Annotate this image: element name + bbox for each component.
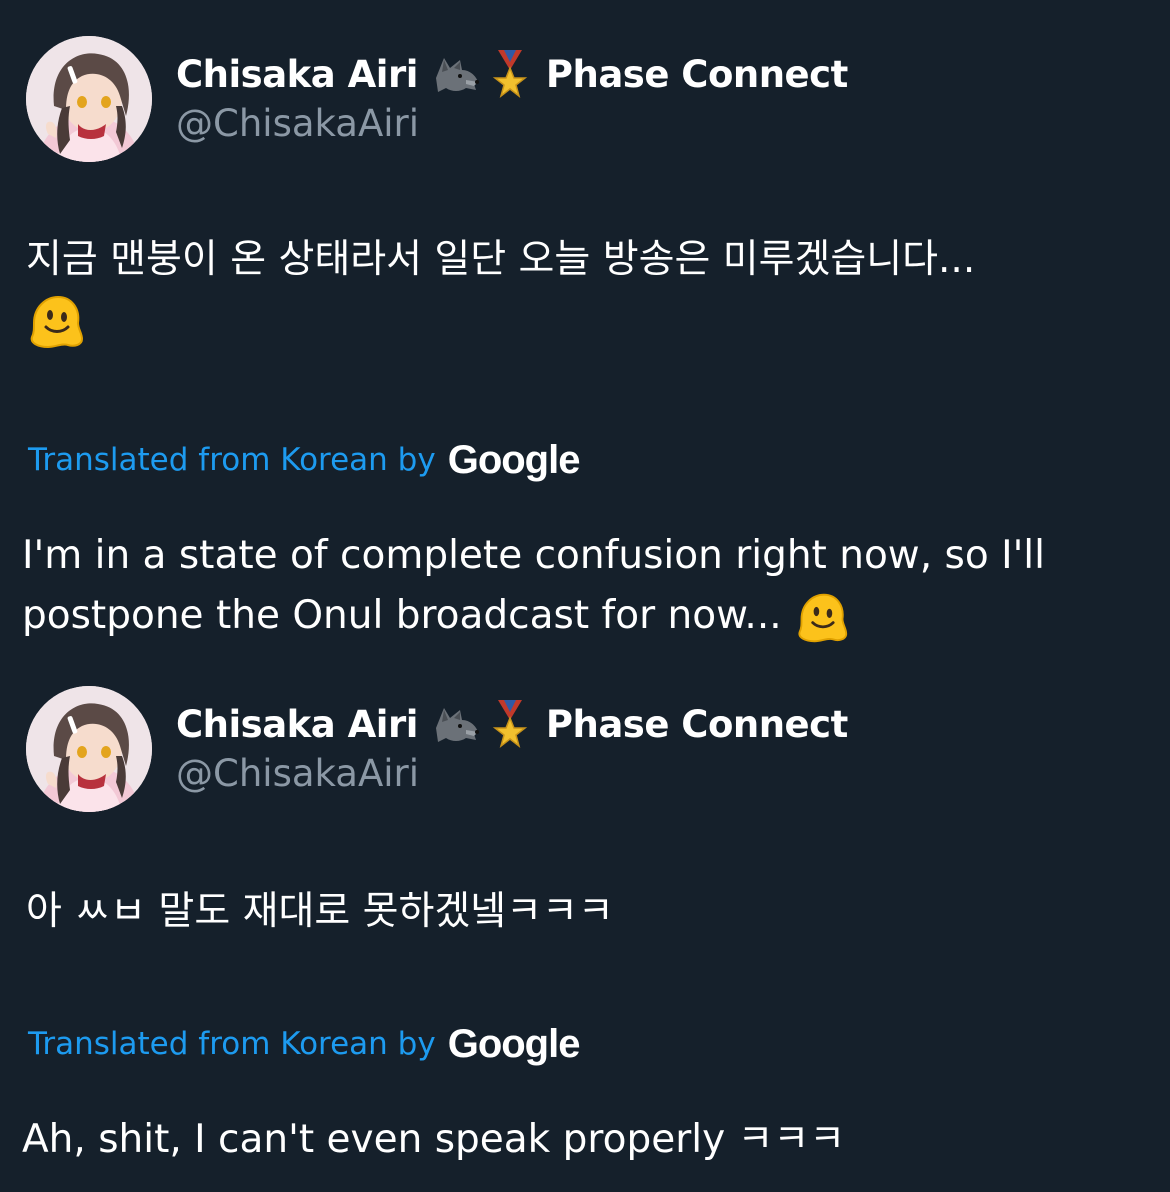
melting-face-icon [794,591,850,645]
military-medal-icon [488,698,532,750]
translated-from-link[interactable]: Translated from Korean by [28,442,436,478]
google-logo: Google [447,1021,581,1066]
wolf-emoji-icon [430,698,482,750]
translation-attribution: Translated from Korean by Google [28,432,581,488]
author-name-row: Chisaka Airi Phase Connect [176,698,848,750]
tweet-text-original: 아 ㅆㅂ 말도 재대로 못하겠넼ㅋㅋㅋ [26,882,1136,942]
google-logo: Google [447,437,581,482]
melting-face-icon [26,293,86,351]
military-medal-icon [488,48,532,100]
tweet-text-original: 지금 맨붕이 온 상태라서 일단 오늘 방송은 미루겠습니다... [26,230,1136,351]
author-name-row: Chisaka Airi Phase Connect [176,48,848,100]
translated-text: I'm in a state of complete confusion rig… [22,533,1045,638]
translation-attribution: Translated from Korean by Google [28,1016,581,1072]
user-handle[interactable]: @ChisakaAiri [176,752,419,795]
original-text: 지금 맨붕이 온 상태라서 일단 오늘 방송은 미루겠습니다... [26,237,976,282]
translated-from-link[interactable]: Translated from Korean by [28,1026,436,1062]
display-name[interactable]: Chisaka Airi [176,703,418,746]
translated-text: Ah, shit, I can't even speak properly ㅋㅋ… [22,1117,846,1162]
user-handle[interactable]: @ChisakaAiri [176,102,419,145]
tweet-text-translated: I'm in a state of complete confusion rig… [22,526,1142,646]
avatar[interactable] [26,686,152,812]
tweet-text-translated: Ah, shit, I can't even speak properly ㅋㅋ… [22,1110,1142,1170]
affiliation-label[interactable]: Phase Connect [546,53,848,96]
display-name[interactable]: Chisaka Airi [176,53,418,96]
avatar[interactable] [26,36,152,162]
affiliation-label[interactable]: Phase Connect [546,703,848,746]
wolf-emoji-icon [430,48,482,100]
original-text: 아 ㅆㅂ 말도 재대로 못하겠넼ㅋㅋㅋ [26,889,614,934]
